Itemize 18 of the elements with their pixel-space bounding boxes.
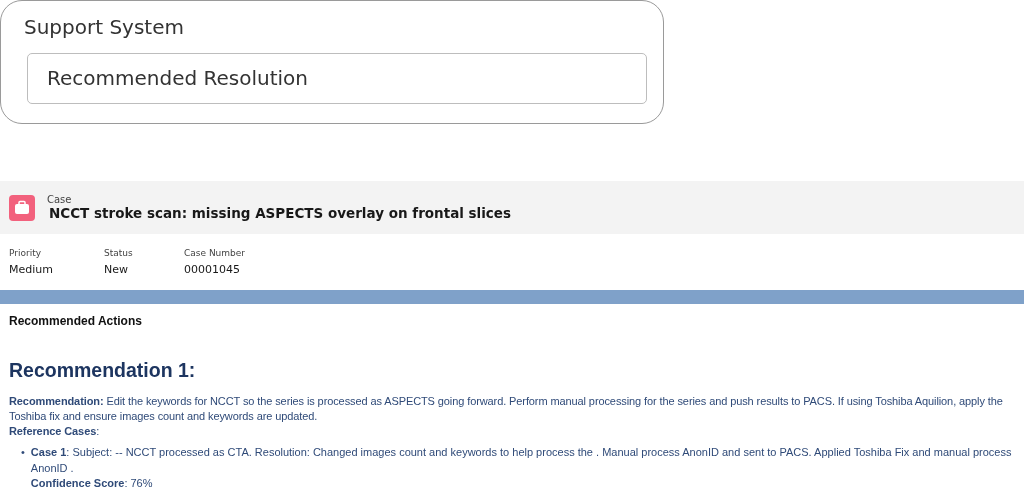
- case-subject: NCCT stroke scan: missing ASPECTS overlay on frontal slices: [49, 205, 512, 221]
- object-label: Case: [47, 194, 73, 205]
- field-value: Medium: [9, 263, 54, 276]
- recommendation-text: Recommendation: Edit the keywords for NCCT so the series is processed as ASPECTS going forward. Perform manual processing for the series and push results to PACS. If using Toshiba Aquilion, apply the Toshiba fix and ensure images count and keywords are updated.: [9, 394, 1004, 424]
- bullet: •: [21, 445, 25, 460]
- reference-case-text: Case 1: Subject: -- NCCT processed as CTA. Resolution: Changed images count and keywords to help process the . Manual process AnonID and sent to PACS. Applied Toshiba Fix and manual process AnonID .: [30, 445, 1013, 476]
- resolution-field[interactable]: Recommended Resolution: [27, 53, 647, 104]
- app-title: Support System: [24, 15, 184, 39]
- recommendation-title: Recommendation 1:: [9, 359, 197, 382]
- field-label: Status: [104, 248, 134, 258]
- field-label: Case Number: [184, 248, 247, 258]
- reference-label: Reference Cases:: [9, 424, 101, 439]
- confidence-score: Confidence Score: 76%: [30, 476, 154, 491]
- briefcase-icon: [9, 194, 35, 221]
- field-value: New: [104, 263, 129, 276]
- field-label: Priority: [9, 248, 43, 258]
- field-value: 00001045: [184, 263, 241, 276]
- section-heading: Recommended Actions: [9, 314, 143, 328]
